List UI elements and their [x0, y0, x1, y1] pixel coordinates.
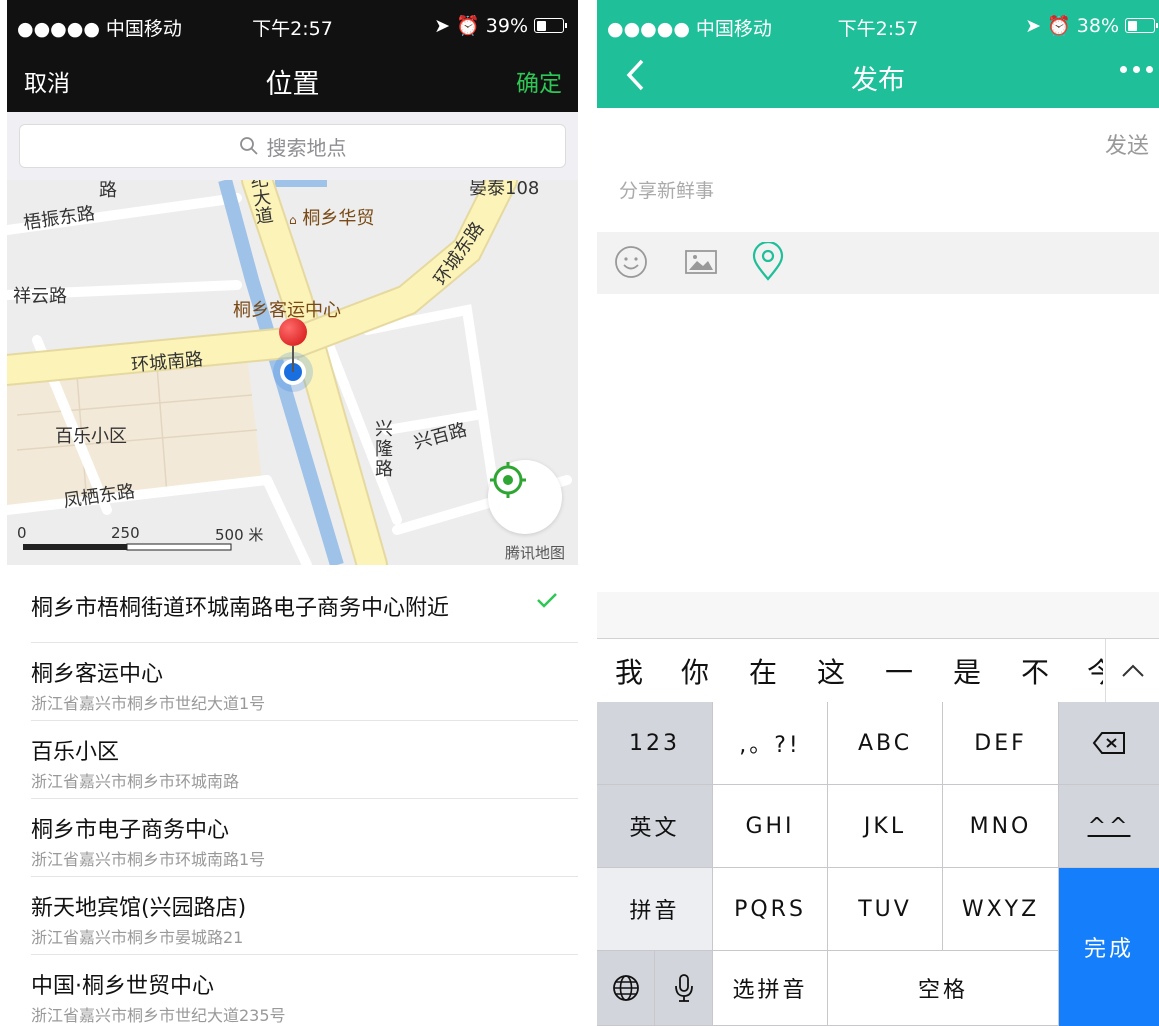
candidate-bar: 我 你 在 这 一 是 不 今	[597, 638, 1159, 703]
backspace-icon	[1092, 732, 1125, 754]
key-jkl[interactable]: JKL	[828, 785, 943, 868]
emoji-icon[interactable]	[613, 244, 649, 284]
search-placeholder: 搜索地点	[266, 135, 347, 160]
microphone-icon	[674, 974, 693, 1002]
list-item[interactable]: 桐乡客运中心 浙江省嘉兴市桐乡市世纪大道1号	[31, 643, 578, 721]
key-def[interactable]: DEF	[943, 702, 1059, 785]
keyboard: 123 ,。?! ABC DEF 英文 GHI JKL MNO ^^ 拼音 PQ…	[597, 702, 1159, 1026]
key-wxyz[interactable]: WXYZ	[943, 868, 1059, 951]
key-123[interactable]: 123	[597, 702, 713, 785]
checkmark-icon	[537, 593, 557, 608]
key-mno[interactable]: MNO	[943, 785, 1059, 868]
image-icon[interactable]	[683, 244, 719, 284]
battery-icon	[1125, 18, 1158, 33]
map-label-tower: 晏泰108	[469, 180, 540, 199]
map-brand-logo: 腾讯地图	[505, 544, 566, 562]
place-address: 浙江省嘉兴市桐乡市世纪大道1号	[31, 694, 266, 713]
candidate-item[interactable]: 我	[615, 651, 643, 691]
battery-percent: 39%	[485, 14, 528, 37]
place-list: 桐乡市梧桐街道环城南路电子商务中心附近 桐乡客运中心 浙江省嘉兴市桐乡市世纪大道…	[7, 565, 578, 1026]
scale-label-250: 250	[111, 524, 140, 542]
map-label-xinglong-road: 兴隆路	[375, 419, 393, 480]
battery-icon	[534, 18, 567, 33]
candidate-item[interactable]: 是	[953, 651, 981, 691]
location-arrow-icon: ➤	[434, 14, 451, 37]
list-item[interactable]: 桐乡市电子商务中心 浙江省嘉兴市桐乡市环城南路1号	[31, 799, 578, 877]
place-address: 浙江省嘉兴市桐乡市晏城路21	[31, 928, 244, 947]
place-name: 中国·桐乡世贸中心	[31, 974, 214, 999]
place-address: 浙江省嘉兴市桐乡市世纪大道235号	[31, 1006, 286, 1025]
list-item[interactable]: 新天地宾馆(兴园路店) 浙江省嘉兴市桐乡市晏城路21	[31, 877, 578, 955]
globe-key[interactable]	[597, 951, 655, 1026]
key-abc[interactable]: ABC	[828, 702, 943, 785]
poi-icon: ⌂	[289, 213, 297, 227]
candidate-item[interactable]: 你	[681, 651, 709, 691]
key-ghi[interactable]: GHI	[713, 785, 828, 868]
status-bar: ●●●●● 中国移动 下午2:57 ➤ ⏰ 39%	[7, 0, 578, 44]
place-name: 桐乡市电子商务中心	[31, 818, 230, 843]
alarm-icon: ⏰	[456, 15, 480, 37]
page-title: 发布	[851, 65, 905, 96]
nav-bar: 取消 位置 确定	[7, 44, 578, 112]
scale-label-500: 500 米	[215, 526, 264, 544]
search-input[interactable]: 搜索地点	[19, 124, 566, 168]
key-emoticon[interactable]: ^^	[1059, 785, 1159, 868]
battery-percent: 38%	[1076, 14, 1119, 37]
map-label-road: 路	[99, 180, 117, 201]
microphone-key[interactable]	[655, 951, 713, 1026]
key-select-pinyin[interactable]: 选拼音	[713, 951, 828, 1026]
place-address: 浙江省嘉兴市桐乡市环城南路1号	[31, 850, 266, 869]
search-bar: 搜索地点	[7, 112, 578, 180]
place-address: 浙江省嘉兴市桐乡市环城南路	[31, 772, 240, 791]
current-location-text: 桐乡市梧桐街道环城南路电子商务中心附近	[31, 596, 450, 621]
candidate-item[interactable]: 这	[817, 651, 845, 691]
status-bar: ●●●●● 中国移动 下午2:57 ➤ ⏰ 38%	[597, 0, 1159, 44]
backspace-key[interactable]	[1059, 702, 1159, 785]
scale-label-0: 0	[17, 524, 27, 542]
candidate-item[interactable]: 在	[749, 651, 777, 691]
locate-me-button[interactable]	[488, 460, 562, 534]
map-label-huamao-text: 桐乡华贸	[302, 208, 375, 229]
key-punctuation[interactable]: ,。?!	[713, 702, 828, 785]
map-label-baile: 百乐小区	[55, 426, 127, 447]
candidate-item[interactable]: 今	[1087, 651, 1103, 691]
candidate-item[interactable]: 不	[1021, 651, 1049, 691]
confirm-button[interactable]: 确定	[516, 64, 562, 98]
place-name: 新天地宾馆(兴园路店)	[31, 896, 247, 921]
keyboard-accessory-bar	[597, 592, 1159, 638]
place-name: 桐乡客运中心	[31, 662, 164, 687]
list-item[interactable]: 百乐小区 浙江省嘉兴市桐乡市环城南路	[31, 721, 578, 799]
nav-bar: 发布	[597, 44, 1159, 108]
key-tuv[interactable]: TUV	[828, 868, 943, 951]
more-options-icon[interactable]	[1120, 66, 1153, 73]
compose-post-screen: ●●●●● 中国移动 下午2:57 ➤ ⏰ 38% 发布 发送 分享新鲜事 我 …	[597, 0, 1159, 1026]
chevron-up-icon	[1121, 664, 1144, 677]
done-button[interactable]: 完成	[1059, 868, 1159, 1026]
list-item-current[interactable]: 桐乡市梧桐街道环城南路电子商务中心附近	[31, 565, 578, 643]
place-name: 百乐小区	[31, 740, 120, 765]
location-arrow-icon: ➤	[1025, 14, 1042, 37]
key-english[interactable]: 英文	[597, 785, 713, 868]
crosshair-icon	[490, 462, 526, 498]
map-label-xiangyun-road: 祥云路	[13, 286, 67, 307]
send-button[interactable]: 发送	[1105, 128, 1149, 160]
map-label-huamao: ⌂ 桐乡华贸	[289, 204, 374, 230]
list-item[interactable]: 中国·桐乡世贸中心 浙江省嘉兴市桐乡市世纪大道235号	[31, 955, 578, 1026]
compose-input[interactable]: 分享新鲜事	[619, 176, 714, 203]
expand-candidates-button[interactable]	[1105, 639, 1159, 703]
space-key[interactable]: 空格	[828, 951, 1059, 1026]
location-picker-screen: ●●●●● 中国移动 下午2:57 ➤ ⏰ 39% 取消 位置 确定 搜索地点	[7, 0, 578, 1026]
map-pin-icon	[279, 318, 307, 372]
map-view[interactable]: 路 晏泰108 梧振东路 纪大道 ⌂ 桐乡华贸 环城东路 祥云路 桐乡客运中心 …	[7, 180, 578, 565]
key-pinyin[interactable]: 拼音	[597, 868, 713, 951]
key-pqrs[interactable]: PQRS	[713, 868, 828, 951]
globe-icon	[612, 975, 639, 1001]
candidate-item[interactable]: 一	[885, 651, 913, 691]
alarm-icon: ⏰	[1047, 15, 1071, 37]
search-icon	[239, 137, 258, 155]
compose-toolbar	[597, 232, 1159, 294]
location-pin-icon[interactable]	[751, 240, 785, 286]
page-title: 位置	[265, 69, 320, 100]
